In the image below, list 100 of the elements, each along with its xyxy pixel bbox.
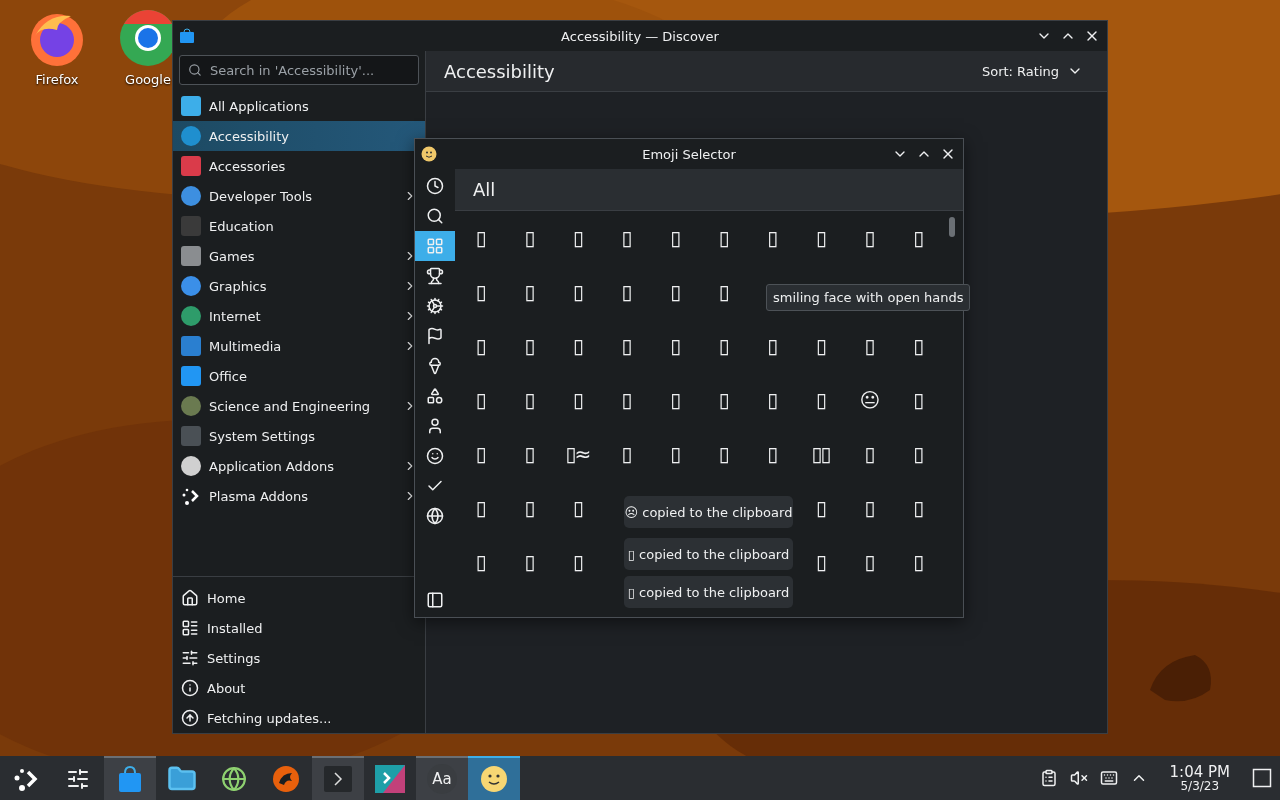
emoji[interactable]: ▯ (670, 334, 680, 358)
info-icon (181, 679, 199, 697)
clipboard-icon[interactable] (1039, 769, 1058, 787)
category-icon (181, 126, 201, 146)
emoji[interactable]: ▯ (621, 334, 631, 358)
category-icon (181, 156, 201, 176)
emoji[interactable]: ▯ (815, 334, 825, 358)
clock-time: 1:04 PM (1169, 764, 1230, 780)
show-desktop-icon[interactable] (1252, 768, 1272, 788)
emoji[interactable]: ▯ (913, 550, 923, 574)
emoji[interactable]: ▯ (718, 280, 728, 304)
emoji[interactable]: ▯ (475, 388, 485, 412)
emoji[interactable]: ▯ (621, 442, 631, 466)
emoji-tooltip: smiling face with open hands (766, 284, 971, 311)
font-app-icon: Aa (427, 764, 457, 794)
emoji[interactable]: ▯ (864, 442, 874, 466)
emoji[interactable]: ▯ (524, 226, 534, 250)
nav-item[interactable]: Settings (173, 643, 425, 673)
emoji[interactable]: ▯ (864, 226, 874, 250)
emoji[interactable]: ▯ (572, 280, 582, 304)
emoji[interactable]: ▯ (815, 550, 825, 574)
emoji[interactable]: ▯ (864, 496, 874, 520)
emoji[interactable]: ▯ (475, 280, 485, 304)
category-item[interactable]: System Settings (173, 421, 425, 451)
emoji[interactable]: ▯ (670, 280, 680, 304)
emoji[interactable]: ▯ (767, 442, 777, 466)
chrome-icon[interactable] (118, 8, 172, 68)
globe-icon (221, 766, 247, 792)
dragon-icon (272, 765, 300, 793)
keyboard-icon[interactable] (1099, 769, 1118, 787)
emoji[interactable]: ▯ (767, 334, 777, 358)
nav-item[interactable]: About (173, 673, 425, 703)
category-item[interactable]: Application Addons (173, 451, 425, 481)
emoji[interactable]: ▯▯ (811, 442, 830, 466)
flag-icon (426, 327, 444, 345)
emoji[interactable]: ▯ (815, 496, 825, 520)
search-field[interactable]: Search in 'Accessibility'... (179, 55, 419, 85)
emoji[interactable]: ▯ (524, 334, 534, 358)
emoji[interactable]: ▯ (524, 496, 534, 520)
emoji[interactable]: ▯ (621, 226, 631, 250)
emoji[interactable]: ▯≈ (565, 442, 590, 466)
emoji[interactable]: ▯ (670, 388, 680, 412)
emoji[interactable]: ▯ (572, 226, 582, 250)
emoji[interactable]: ▯ (815, 226, 825, 250)
category-item[interactable]: Science and Engineering (173, 391, 425, 421)
category-item[interactable]: Games (173, 241, 425, 271)
sort-dropdown[interactable]: Sort: Rating (975, 62, 1089, 80)
nav-item[interactable]: Fetching updates... (173, 703, 425, 733)
emoji[interactable]: ▯ (718, 334, 728, 358)
emoji[interactable]: ▯ (475, 550, 485, 574)
category-icon (181, 246, 201, 266)
emoji[interactable]: ▯ (670, 226, 680, 250)
category-item[interactable]: All Applications (173, 91, 425, 121)
emoji[interactable]: ▯ (767, 388, 777, 412)
emoji[interactable]: ▯ (572, 550, 582, 574)
search-input[interactable]: Search in 'Accessibility'... (207, 61, 410, 79)
emoji[interactable]: ▯ (572, 496, 582, 520)
category-item[interactable]: Plasma Addons (173, 481, 425, 511)
emoji[interactable]: ▯ (475, 334, 485, 358)
category-icon (181, 276, 201, 296)
emoji[interactable]: ▯ (524, 388, 534, 412)
emoji[interactable]: ▯ (718, 388, 728, 412)
emoji[interactable]: ▯ (913, 442, 923, 466)
emoji[interactable]: ▯ (864, 334, 874, 358)
emoji[interactable]: ▯ (572, 334, 582, 358)
nav-item[interactable]: Installed (173, 613, 425, 643)
emoji[interactable]: ▯ (475, 442, 485, 466)
category-item[interactable]: Accessibility (173, 121, 425, 151)
emoji[interactable]: ▯ (913, 388, 923, 412)
nav-label: About (207, 680, 246, 696)
emoji[interactable]: ▯ (718, 442, 728, 466)
emoji[interactable]: ▯ (913, 226, 923, 250)
scrollbar-thumb[interactable] (949, 217, 956, 237)
emoji[interactable]: ▯ (815, 388, 825, 412)
category-item[interactable]: Multimedia (173, 331, 425, 361)
muted-speaker-icon[interactable] (1069, 769, 1088, 787)
emoji[interactable]: ▯ (524, 442, 534, 466)
emoji[interactable]: ▯ (524, 280, 534, 304)
emoji[interactable]: ▯ (621, 280, 631, 304)
nav-item[interactable]: Home (173, 583, 425, 613)
globe-icon (426, 507, 444, 525)
window-title: Accessibility — Discover (561, 28, 719, 44)
category-item[interactable]: Office (173, 361, 425, 391)
category-item[interactable]: Graphics (173, 271, 425, 301)
emoji[interactable]: ▯ (913, 334, 923, 358)
emoji[interactable]: ▯ (475, 496, 485, 520)
emoji[interactable]: ▯ (670, 442, 680, 466)
emoji[interactable]: 😐 (859, 388, 879, 412)
emoji[interactable]: ▯ (913, 496, 923, 520)
taskbar-button[interactable]: Aa (416, 756, 468, 800)
category-item[interactable]: Internet (173, 301, 425, 331)
emoji[interactable]: ▯ (621, 388, 631, 412)
emoji[interactable]: ▯ (572, 388, 582, 412)
emoji[interactable]: ▯ (864, 550, 874, 574)
emoji[interactable]: ▯ (524, 550, 534, 574)
category-label: Multimedia (209, 338, 282, 354)
person-icon (426, 417, 444, 435)
emoji[interactable]: ▯ (767, 226, 777, 250)
emoji[interactable]: ▯ (475, 226, 485, 250)
emoji[interactable]: ▯ (718, 226, 728, 250)
